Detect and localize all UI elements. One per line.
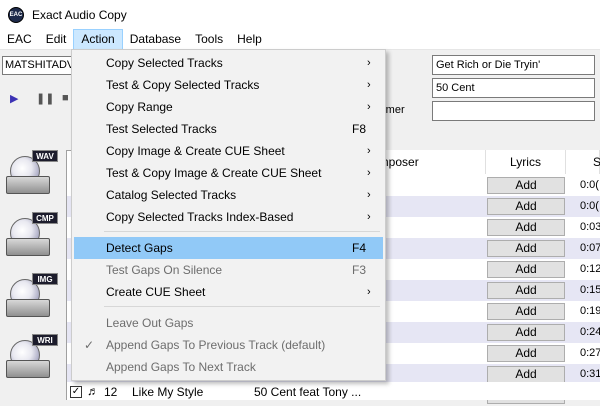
menu-item-detect-gaps[interactable]: Detect Gaps F4	[74, 237, 383, 259]
action-menu-dropdown: Copy Selected Tracks › Test & Copy Selecte…	[71, 49, 386, 381]
menu-item-label: Append Gaps To Previous Track (default)	[106, 338, 326, 352]
submenu-arrow-icon: ›	[367, 167, 371, 179]
track-start-time: 0:27	[580, 347, 600, 359]
add-lyrics-button[interactable]: Add	[487, 261, 565, 278]
title-bar: EAC Exact Audio Copy	[0, 0, 600, 29]
track-start-time: 0:0(	[580, 200, 599, 212]
menu-bar: EAC Edit Action Database Tools Help	[0, 28, 600, 50]
add-lyrics-button[interactable]: Add	[487, 177, 565, 194]
stop-icon[interactable]: ■	[62, 92, 69, 104]
menu-item-shortcut: F3	[352, 263, 367, 277]
menu-item-label: Copy Selected Tracks Index-Based	[106, 210, 294, 224]
menu-item-leave-out-gaps: Leave Out Gaps	[74, 312, 383, 334]
menu-separator	[104, 231, 380, 232]
add-lyrics-button[interactable]: Add	[487, 324, 565, 341]
cmp-tag: CMP	[32, 212, 58, 224]
menu-item-label: Create CUE Sheet	[106, 285, 206, 299]
menu-item-test-copy-image-cue[interactable]: Test & Copy Image & Create CUE Sheet ›	[74, 162, 383, 184]
track-start-time: 0:0(	[580, 179, 599, 191]
drive-select[interactable]: MATSHITADV	[2, 56, 72, 75]
window-title: Exact Audio Copy	[32, 7, 127, 22]
eac-app-icon: EAC	[8, 6, 24, 23]
menu-item-label: Test & Copy Image & Create CUE Sheet	[106, 166, 322, 180]
submenu-arrow-icon: ›	[367, 145, 371, 157]
drive-icon	[6, 238, 50, 256]
drive-icon	[6, 176, 50, 194]
menu-item-label: Copy Selected Tracks	[106, 56, 223, 70]
track-title: Like My Style	[132, 385, 204, 399]
menu-item-copy-selected-tracks[interactable]: Copy Selected Tracks ›	[74, 52, 383, 74]
menu-tools[interactable]: Tools	[188, 29, 230, 50]
menu-item-shortcut: F4	[352, 241, 367, 255]
menu-item-copy-index-based[interactable]: Copy Selected Tracks Index-Based ›	[74, 206, 383, 228]
menu-item-catalog-selected-tracks[interactable]: Catalog Selected Tracks ›	[74, 184, 383, 206]
checkmark-icon: ✓	[84, 338, 95, 352]
menu-help[interactable]: Help	[230, 29, 269, 50]
submenu-arrow-icon: ›	[367, 189, 371, 201]
add-lyrics-button[interactable]: Add	[487, 219, 565, 236]
menu-item-test-gaps-on-silence: Test Gaps On Silence F3	[74, 259, 383, 281]
column-lyrics[interactable]: Lyrics	[486, 150, 566, 174]
cd-artist-field[interactable]: 50 Cent	[432, 78, 595, 98]
wri-tag: WRI	[32, 334, 58, 346]
track-start-time: 0:24	[580, 326, 600, 338]
music-note-icon: ♬	[87, 384, 99, 398]
menu-item-shortcut: F8	[352, 122, 367, 136]
track-artist: 50 Cent feat Tony ...	[254, 385, 362, 399]
menu-item-label: Detect Gaps	[106, 241, 173, 255]
pause-icon[interactable]: ❚❚	[36, 92, 54, 105]
submenu-arrow-icon: ›	[367, 79, 371, 91]
menu-eac[interactable]: EAC	[0, 29, 39, 50]
add-lyrics-button[interactable]: Add	[487, 282, 565, 299]
menu-item-label: Leave Out Gaps	[106, 316, 194, 330]
track-start-time: 0:07	[580, 242, 600, 254]
add-lyrics-button[interactable]: Add	[487, 345, 565, 362]
drive-icon	[6, 299, 50, 317]
drive-icon	[6, 360, 50, 378]
track-start-time: 0:03	[580, 221, 600, 233]
track-checkbox[interactable]: ✓	[70, 386, 82, 398]
wav-copy-icon[interactable]: WAV	[6, 150, 58, 202]
add-lyrics-button[interactable]: Add	[487, 366, 565, 383]
img-tag: IMG	[32, 273, 58, 285]
menu-item-label: Append Gaps To Next Track	[106, 360, 256, 374]
img-copy-icon[interactable]: IMG	[6, 273, 58, 325]
column-start[interactable]: S	[566, 150, 600, 174]
menu-database[interactable]: Database	[123, 29, 188, 50]
menu-item-label: Test & Copy Selected Tracks	[106, 78, 260, 92]
menu-item-append-gaps-next: Append Gaps To Next Track	[74, 356, 383, 378]
menu-item-label: Test Selected Tracks	[106, 122, 217, 136]
track-start-time: 0:12	[580, 263, 600, 275]
submenu-arrow-icon: ›	[367, 286, 371, 298]
menu-action[interactable]: Action	[73, 28, 123, 50]
menu-item-label: Test Gaps On Silence	[106, 263, 223, 277]
submenu-arrow-icon: ›	[367, 211, 371, 223]
track-number: 12	[104, 385, 118, 399]
cmp-copy-icon[interactable]: CMP	[6, 212, 58, 264]
menu-item-label: Copy Range	[106, 100, 173, 114]
menu-item-label: Catalog Selected Tracks	[106, 188, 237, 202]
add-lyrics-button[interactable]: Add	[487, 240, 565, 257]
add-lyrics-button[interactable]: Add	[487, 198, 565, 215]
wri-write-icon[interactable]: WRI	[6, 334, 58, 386]
menu-item-copy-image-cue[interactable]: Copy Image & Create CUE Sheet ›	[74, 140, 383, 162]
track-start-time: 0:15	[580, 284, 600, 296]
menu-edit[interactable]: Edit	[39, 29, 74, 50]
track-start-time: 0:19	[580, 305, 600, 317]
add-lyrics-button[interactable]: Add	[487, 303, 565, 320]
menu-item-test-selected-tracks[interactable]: Test Selected Tracks F8	[74, 118, 383, 140]
cd-title-field[interactable]: Get Rich or Die Tryin'	[432, 55, 595, 75]
submenu-arrow-icon: ›	[367, 101, 371, 113]
submenu-arrow-icon: ›	[367, 57, 371, 69]
menu-item-test-copy-selected-tracks[interactable]: Test & Copy Selected Tracks ›	[74, 74, 383, 96]
menu-item-append-gaps-previous: ✓ Append Gaps To Previous Track (default)	[74, 334, 383, 356]
play-icon[interactable]: ▶	[10, 92, 18, 105]
menu-item-copy-range[interactable]: Copy Range ›	[74, 96, 383, 118]
track-start-time: 0:31	[580, 368, 600, 380]
wav-tag: WAV	[32, 150, 58, 162]
menu-separator	[104, 306, 380, 307]
menu-item-create-cue-sheet[interactable]: Create CUE Sheet ›	[74, 281, 383, 303]
cd-performer-field[interactable]	[432, 101, 595, 121]
menu-item-label: Copy Image & Create CUE Sheet	[106, 144, 285, 158]
